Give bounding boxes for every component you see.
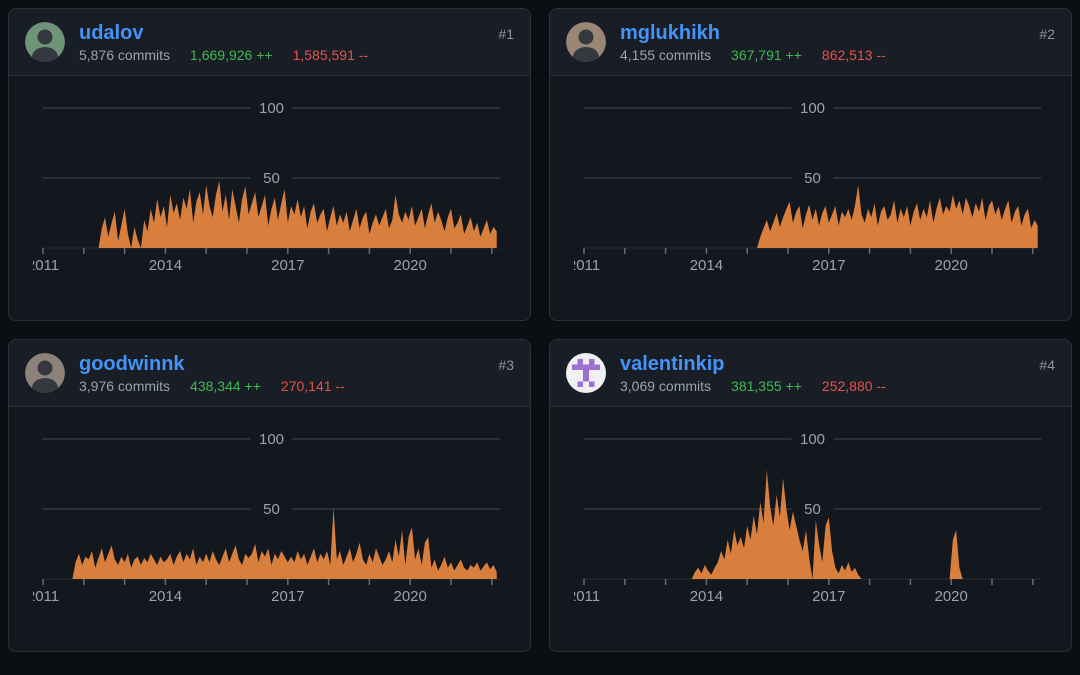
gridline-label: 50 bbox=[804, 170, 821, 187]
username-link[interactable]: mglukhikh bbox=[620, 22, 720, 44]
contributor-card-udalov: udalov 5,876 commits 1,669,926 ++ 1,585,… bbox=[8, 8, 531, 321]
commits-count: 4,155 commits bbox=[620, 47, 712, 63]
x-axis-year-label: 2017 bbox=[812, 257, 845, 274]
commit-activity-chart: 50 100 2011 2014 2017 2020 bbox=[550, 407, 1071, 651]
username-link[interactable]: udalov bbox=[79, 22, 143, 44]
contributor-identity: mglukhikh 4,155 commits 367,791 ++ 862,5… bbox=[620, 22, 1039, 64]
x-axis-year-label: 2020 bbox=[935, 588, 968, 605]
username-link[interactable]: valentinkip bbox=[620, 353, 724, 375]
contributor-card-mglukhikh: mglukhikh 4,155 commits 367,791 ++ 862,5… bbox=[549, 8, 1072, 321]
x-axis-year-label: 2014 bbox=[690, 257, 723, 274]
additions-count: 1,669,926 ++ bbox=[190, 47, 273, 63]
commits-count: 5,876 commits bbox=[79, 47, 171, 63]
deletions-count: 862,513 -- bbox=[821, 47, 886, 63]
contributor-stats: 3,069 commits 381,355 ++ 252,880 -- bbox=[620, 377, 1039, 395]
contributor-stats: 4,155 commits 367,791 ++ 862,513 -- bbox=[620, 46, 1039, 64]
contributor-identity: valentinkip 3,069 commits 381,355 ++ 252… bbox=[620, 353, 1039, 395]
contributors-grid: udalov 5,876 commits 1,669,926 ++ 1,585,… bbox=[0, 0, 1080, 660]
contributor-stats: 3,976 commits 438,344 ++ 270,141 -- bbox=[79, 377, 498, 395]
x-axis-year-label: 2014 bbox=[690, 588, 723, 605]
deletions-count: 1,585,591 -- bbox=[292, 47, 369, 63]
x-axis-year-label: 2020 bbox=[935, 257, 968, 274]
gridline-label: 100 bbox=[259, 431, 284, 448]
x-axis-year-label: 2011 bbox=[574, 257, 600, 274]
commit-activity-chart: 50 100 2011 2014 2017 2020 bbox=[550, 76, 1071, 320]
commits-count: 3,069 commits bbox=[620, 378, 712, 394]
x-axis-year-label: 2020 bbox=[394, 588, 427, 605]
contributor-identity: udalov 5,876 commits 1,669,926 ++ 1,585,… bbox=[79, 22, 498, 64]
contributor-header: mglukhikh 4,155 commits 367,791 ++ 862,5… bbox=[550, 9, 1071, 76]
profile-photo bbox=[25, 353, 65, 393]
additions-count: 381,355 ++ bbox=[731, 378, 802, 394]
contributor-header: valentinkip 3,069 commits 381,355 ++ 252… bbox=[550, 340, 1071, 407]
profile-photo bbox=[25, 22, 65, 62]
x-axis-year-label: 2014 bbox=[149, 257, 182, 274]
avatar[interactable] bbox=[25, 353, 65, 393]
username-link[interactable]: goodwinnk bbox=[79, 353, 185, 375]
chart-svg: 50 100 2011 2014 2017 2020 bbox=[574, 100, 1041, 274]
contributor-header: udalov 5,876 commits 1,669,926 ++ 1,585,… bbox=[9, 9, 530, 76]
chart-svg: 50 100 2011 2014 2017 2020 bbox=[33, 100, 500, 274]
commit-activity-area bbox=[584, 185, 1038, 248]
deletions-count: 270,141 -- bbox=[280, 378, 345, 394]
commit-activity-chart: 50 100 2011 2014 2017 2020 bbox=[9, 76, 530, 320]
commit-activity-area bbox=[43, 507, 497, 579]
avatar[interactable] bbox=[566, 22, 606, 62]
commit-activity-area bbox=[43, 180, 497, 248]
gridline-label: 100 bbox=[800, 431, 825, 448]
contributor-header: goodwinnk 3,976 commits 438,344 ++ 270,1… bbox=[9, 340, 530, 407]
gridline-label: 100 bbox=[259, 100, 284, 117]
gridline-label: 100 bbox=[800, 100, 825, 117]
x-axis-year-label: 2011 bbox=[33, 257, 59, 274]
gridline-label: 50 bbox=[804, 501, 821, 518]
x-axis-year-label: 2014 bbox=[149, 588, 182, 605]
gridline-label: 50 bbox=[263, 170, 280, 187]
chart-svg: 50 100 2011 2014 2017 2020 bbox=[33, 431, 500, 605]
contributor-identity: goodwinnk 3,976 commits 438,344 ++ 270,1… bbox=[79, 353, 498, 395]
additions-count: 438,344 ++ bbox=[190, 378, 261, 394]
rank-badge: #4 bbox=[1039, 357, 1055, 373]
x-axis-year-label: 2020 bbox=[394, 257, 427, 274]
contributor-card-valentinkip: valentinkip 3,069 commits 381,355 ++ 252… bbox=[549, 339, 1072, 652]
deletions-count: 252,880 -- bbox=[821, 378, 886, 394]
gridline-label: 50 bbox=[263, 501, 280, 518]
rank-badge: #2 bbox=[1039, 26, 1055, 42]
x-axis-year-label: 2017 bbox=[271, 588, 304, 605]
identicon-image bbox=[572, 359, 600, 387]
avatar[interactable] bbox=[566, 353, 606, 393]
contributor-stats: 5,876 commits 1,669,926 ++ 1,585,591 -- bbox=[79, 46, 498, 64]
commits-count: 3,976 commits bbox=[79, 378, 171, 394]
commit-activity-chart: 50 100 2011 2014 2017 2020 bbox=[9, 407, 530, 651]
profile-photo bbox=[566, 22, 606, 62]
rank-badge: #3 bbox=[498, 357, 514, 373]
commit-activity-area bbox=[584, 469, 1038, 579]
avatar[interactable] bbox=[25, 22, 65, 62]
x-axis-year-label: 2011 bbox=[574, 588, 600, 605]
rank-badge: #1 bbox=[498, 26, 514, 42]
x-axis-year-label: 2011 bbox=[33, 588, 59, 605]
x-axis-year-label: 2017 bbox=[271, 257, 304, 274]
x-axis-year-label: 2017 bbox=[812, 588, 845, 605]
additions-count: 367,791 ++ bbox=[731, 47, 802, 63]
chart-svg: 50 100 2011 2014 2017 2020 bbox=[574, 431, 1041, 605]
contributor-card-goodwinnk: goodwinnk 3,976 commits 438,344 ++ 270,1… bbox=[8, 339, 531, 652]
